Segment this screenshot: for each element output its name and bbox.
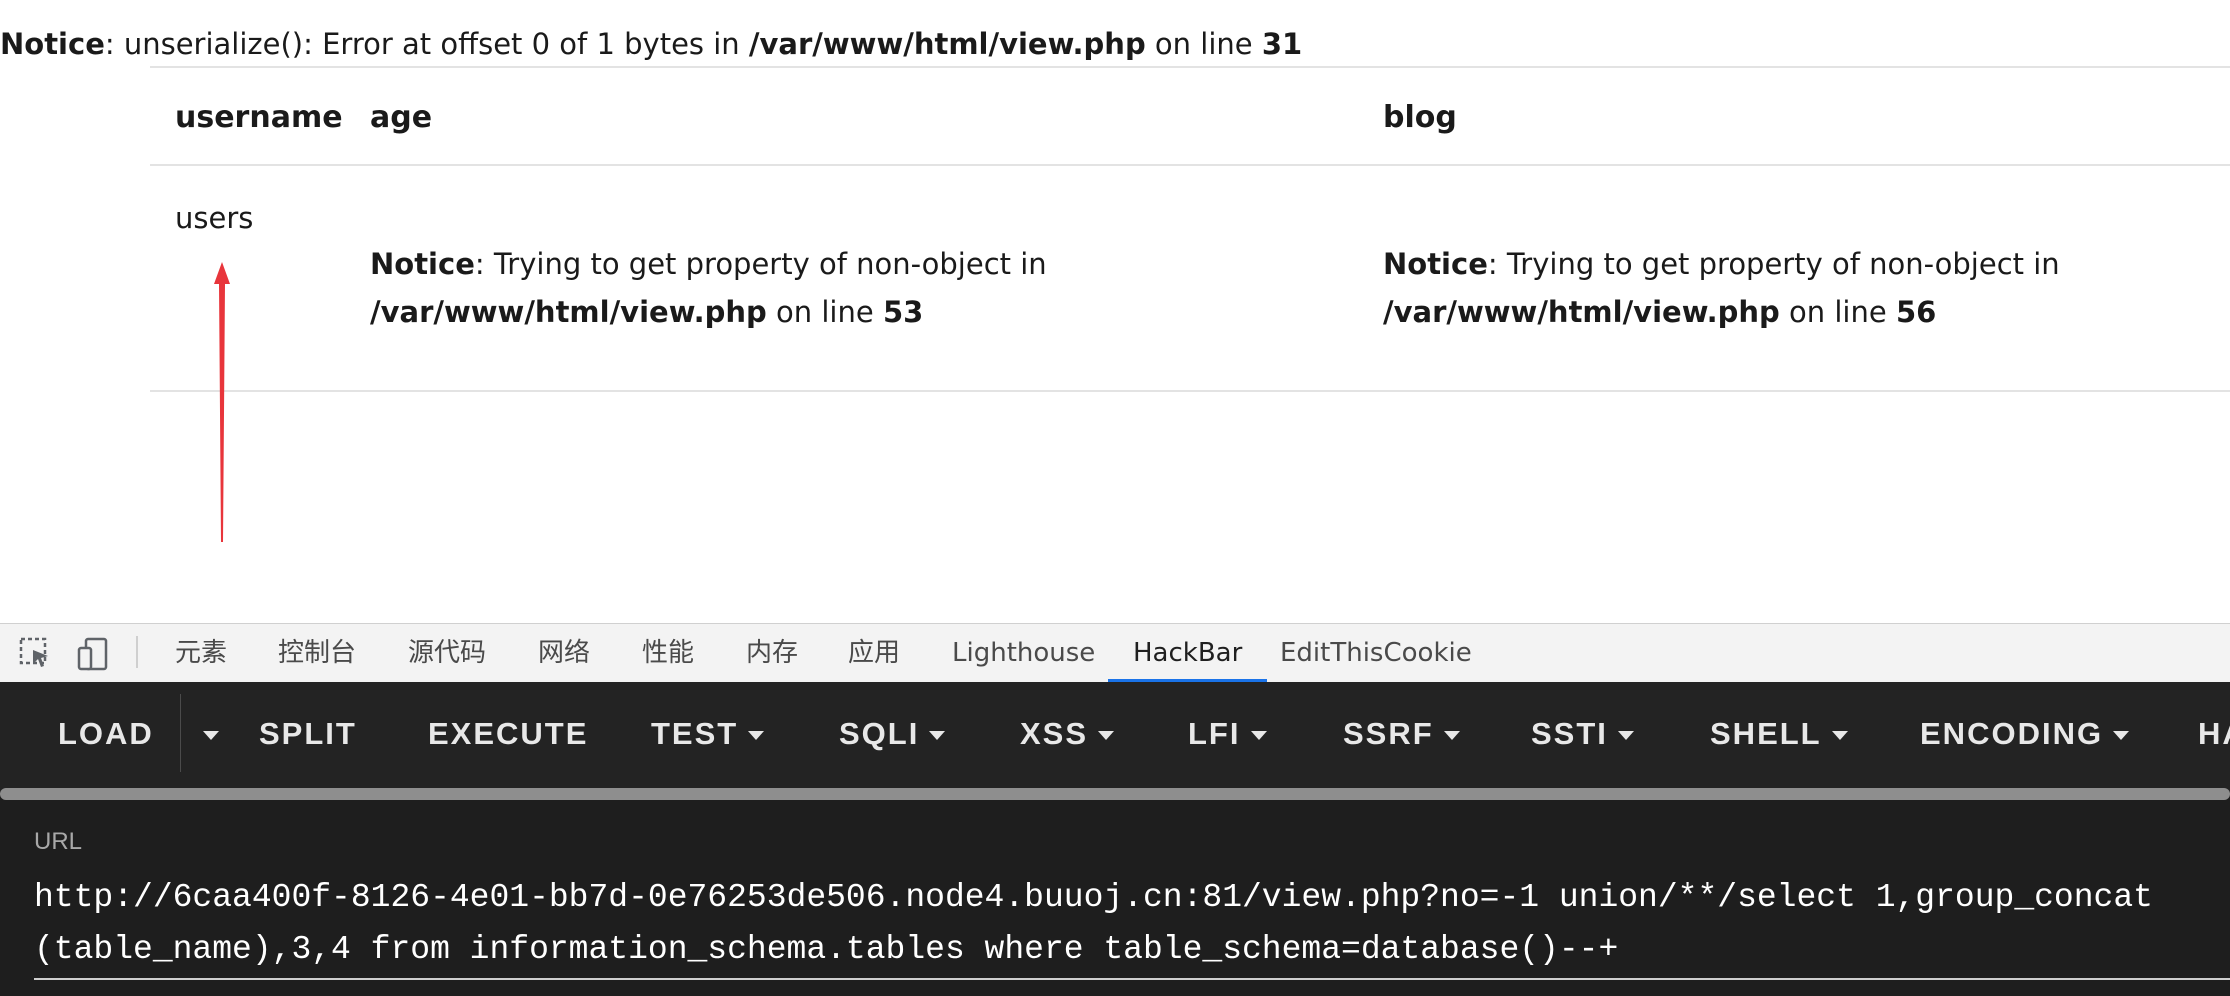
tab-elements[interactable]: 元素 <box>175 624 227 682</box>
split-button[interactable]: SPLIT <box>259 682 357 786</box>
tab-console[interactable]: 控制台 <box>278 624 356 682</box>
red-arrow-annotation <box>214 262 230 542</box>
tab-network[interactable]: 网络 <box>538 624 590 682</box>
toolbar-separator <box>136 636 138 668</box>
ssrf-menu[interactable]: SSRF <box>1343 682 1460 786</box>
url-input[interactable]: http://6caa400f-8126-4e01-bb7d-0e76253de… <box>34 872 2184 976</box>
chevron-down-icon <box>1250 731 1267 741</box>
chevron-down-icon <box>2113 731 2130 741</box>
sqli-menu[interactable]: SQLI <box>839 682 946 786</box>
truncated-menu[interactable]: HA <box>2198 682 2230 786</box>
cell-age-notice: Notice: Trying to get property of non-ob… <box>370 240 1047 336</box>
tab-application[interactable]: 应用 <box>848 624 900 682</box>
load-dropdown-button[interactable] <box>193 682 219 786</box>
chevron-down-icon <box>203 731 219 741</box>
tab-sources[interactable]: 源代码 <box>408 624 486 682</box>
encoding-menu[interactable]: ENCODING <box>1920 682 2130 786</box>
chevron-down-icon <box>1443 731 1460 741</box>
notice-message: : unserialize(): Error at offset 0 of 1 … <box>104 27 749 61</box>
notice-file: /var/www/html/view.php <box>370 295 767 329</box>
tab-lighthouse[interactable]: Lighthouse <box>952 624 1095 682</box>
table-top-border <box>150 66 2230 68</box>
encoding-label: ENCODING <box>1920 716 2104 751</box>
chevron-down-icon <box>1831 731 1848 741</box>
row-bottom-border <box>150 390 2230 392</box>
chevron-down-icon <box>1617 731 1634 741</box>
test-menu[interactable]: TEST <box>651 682 765 786</box>
lfi-menu[interactable]: LFI <box>1188 682 1267 786</box>
devtools-tabbar: 元素 控制台 源代码 网络 性能 内存 应用 Lighthouse HackBa… <box>0 623 2230 683</box>
web-page: Notice: unserialize(): Error at offset 0… <box>0 0 2230 623</box>
tab-performance[interactable]: 性能 <box>642 624 694 682</box>
chevron-down-icon <box>929 731 946 741</box>
notice-on-line: on line <box>1779 295 1896 329</box>
tab-memory[interactable]: 内存 <box>746 624 798 682</box>
cell-username: users <box>175 201 254 235</box>
notice-on-line: on line <box>766 295 883 329</box>
execute-button[interactable]: EXECUTE <box>428 682 588 786</box>
notice-file: /var/www/html/view.php <box>1383 295 1780 329</box>
url-input-underline <box>34 978 2230 980</box>
cell-blog-notice: Notice: Trying to get property of non-ob… <box>1383 240 2060 336</box>
xss-label: XSS <box>1020 716 1089 751</box>
url-label: URL <box>34 828 83 855</box>
chevron-down-icon <box>748 731 765 741</box>
notice-message: : Trying to get property of non-object i… <box>1487 247 2060 281</box>
notice-line-number: 53 <box>882 295 924 329</box>
inspect-element-icon[interactable] <box>18 636 54 672</box>
shell-menu[interactable]: SHELL <box>1710 682 1848 786</box>
ssti-menu[interactable]: SSTI <box>1531 682 1634 786</box>
notice-line-number: 56 <box>1895 295 1937 329</box>
notice-label: Notice <box>370 247 475 281</box>
notice-label: Notice <box>1383 247 1488 281</box>
load-button[interactable]: LOAD <box>58 682 154 786</box>
notice-line-number: 31 <box>1261 27 1303 61</box>
ssrf-label: SSRF <box>1343 716 1434 751</box>
header-username: username <box>175 100 343 135</box>
device-toggle-icon[interactable] <box>76 636 112 672</box>
hackbar-toolbar: LOAD SPLIT EXECUTE TEST SQLI XSS LFI SSR… <box>0 682 2230 792</box>
tab-hackbar[interactable]: HackBar <box>1108 624 1268 682</box>
notice-on-line: on line <box>1145 27 1262 61</box>
notice-file: /var/www/html/view.php <box>748 27 1146 61</box>
notice-message: : Trying to get property of non-object i… <box>474 247 1047 281</box>
header-divider <box>150 164 2230 166</box>
xss-menu[interactable]: XSS <box>1020 682 1115 786</box>
header-age: age <box>370 100 433 135</box>
sqli-label: SQLI <box>839 716 920 751</box>
header-blog: blog <box>1383 100 1457 135</box>
hackbar-horizontal-scrollbar[interactable] <box>0 788 2230 800</box>
tab-editthiscookie[interactable]: EditThisCookie <box>1280 624 1472 682</box>
notice-label: Notice <box>0 27 105 61</box>
ssti-label: SSTI <box>1531 716 1608 751</box>
shell-label: SHELL <box>1710 716 1822 751</box>
top-notice: Notice: unserialize(): Error at offset 0… <box>0 22 1302 66</box>
load-divider <box>180 694 181 772</box>
test-label: TEST <box>651 716 739 751</box>
lfi-label: LFI <box>1188 716 1241 751</box>
chevron-down-icon <box>1098 731 1115 741</box>
